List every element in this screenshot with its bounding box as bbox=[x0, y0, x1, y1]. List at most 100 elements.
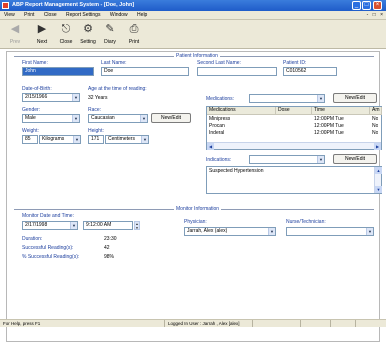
successful-readings-label: Successful Reading(s): bbox=[22, 245, 74, 251]
duration-label: Duration: bbox=[22, 236, 43, 242]
weight-label: Weight: bbox=[22, 128, 39, 134]
status-bar: For Help, press F1 Logged In User : Jarr… bbox=[0, 319, 386, 327]
close-button[interactable]: ⎋ Close bbox=[55, 22, 77, 48]
chevron-down-icon: ▼ bbox=[366, 228, 373, 235]
arrow-left-icon: ◀ bbox=[10, 23, 20, 35]
status-divider bbox=[330, 320, 331, 327]
weight-unit-select[interactable]: Kilograms ▼ bbox=[39, 135, 81, 144]
medications-new-edit-button[interactable]: New/Edit bbox=[333, 93, 377, 103]
gender-select[interactable]: Male ▼ bbox=[22, 114, 80, 123]
app-icon bbox=[2, 2, 9, 9]
menu-report-settings[interactable]: Report Settings bbox=[62, 11, 104, 20]
monitor-date-picker[interactable]: 2/17/1998 ▼ bbox=[22, 221, 78, 230]
medications-hscrollbar[interactable]: ◀ ▶ bbox=[207, 142, 381, 150]
indications-select[interactable]: ▼ bbox=[249, 155, 325, 164]
race-new-edit-button[interactable]: New/Edit bbox=[151, 113, 191, 123]
menu-bar: View Print Close Report Settings Window … bbox=[0, 11, 386, 20]
height-label: Height: bbox=[88, 128, 104, 134]
close-window-button[interactable]: × bbox=[373, 1, 382, 10]
race-select[interactable]: Caucasian ▼ bbox=[88, 114, 148, 123]
indications-text[interactable]: Suspected Hypertension ▲ ▼ bbox=[206, 166, 382, 194]
title-bar: ABP Report Management System - [Doe, Joh… bbox=[0, 0, 386, 11]
second-last-name-label: Second Last Name: bbox=[197, 60, 241, 66]
col-dose[interactable]: Dose bbox=[276, 107, 312, 115]
race-label: Race: bbox=[88, 107, 102, 113]
monitor-section-title: Monitor Information bbox=[174, 206, 222, 212]
nurse-label: Nurse/Technician: bbox=[286, 219, 326, 225]
next-button[interactable]: ▶ Next bbox=[31, 22, 53, 48]
status-divider bbox=[164, 320, 165, 327]
age-label: Age at the time of reading: bbox=[88, 86, 147, 92]
mdi-controls: - □ × bbox=[367, 12, 383, 18]
spin-down-icon[interactable]: ▼ bbox=[135, 226, 139, 230]
medications-select[interactable]: ▼ bbox=[249, 94, 325, 103]
patient-id-field[interactable]: C010562 bbox=[283, 67, 337, 76]
menu-window[interactable]: Window bbox=[106, 11, 132, 20]
chevron-down-icon: ▼ bbox=[73, 136, 80, 143]
printer-icon: ⎙ bbox=[129, 23, 139, 35]
second-last-name-field[interactable] bbox=[197, 67, 277, 76]
menu-help[interactable]: Help bbox=[133, 11, 151, 20]
gear-icon: ⚙ bbox=[83, 23, 93, 35]
menu-print[interactable]: Print bbox=[20, 11, 38, 20]
chevron-down-icon: ▼ bbox=[317, 156, 324, 163]
height-field[interactable]: 171 bbox=[88, 135, 104, 144]
scroll-left-icon[interactable]: ◀ bbox=[207, 143, 214, 150]
indications-label: Indications: bbox=[206, 157, 232, 163]
medications-label: Medications: bbox=[206, 96, 235, 102]
chevron-down-icon: ▼ bbox=[72, 94, 79, 101]
mdi-minimize-button[interactable]: - bbox=[367, 12, 369, 18]
age-value: 32 Years bbox=[88, 95, 108, 101]
arrow-right-icon: ▶ bbox=[37, 23, 47, 35]
scroll-right-icon[interactable]: ▶ bbox=[374, 143, 381, 150]
scroll-down-icon[interactable]: ▼ bbox=[375, 186, 382, 193]
menu-view[interactable]: View bbox=[0, 11, 19, 20]
setting-button[interactable]: ⚙ Setting bbox=[77, 22, 99, 48]
maximize-button[interactable]: □ bbox=[362, 1, 371, 10]
first-name-label: First Name: bbox=[22, 60, 48, 66]
dob-picker[interactable]: 2/15/1966 ▼ bbox=[22, 93, 80, 102]
last-name-label: Last Name: bbox=[101, 60, 127, 66]
physician-select[interactable]: Jarrah, Alex (alex) ▼ bbox=[184, 227, 276, 236]
last-name-field[interactable]: Doe bbox=[101, 67, 189, 76]
medications-table: Medications Dose Time Am Minipress 12:00… bbox=[206, 106, 382, 150]
col-medications[interactable]: Medications bbox=[207, 107, 276, 115]
window-title: ABP Report Management System - [Doe, Joh… bbox=[12, 2, 135, 8]
close-door-icon: ⎋ bbox=[61, 23, 71, 35]
physician-label: Physician: bbox=[184, 219, 207, 225]
patient-section-title: Patient Information bbox=[174, 53, 220, 59]
weight-field[interactable]: 85 bbox=[22, 135, 38, 144]
chevron-down-icon: ▼ bbox=[268, 228, 275, 235]
prev-button[interactable]: ◀ Prev bbox=[4, 22, 26, 48]
diary-button[interactable]: ✎ Diary bbox=[99, 22, 121, 48]
monitor-datetime-label: Monitor Date and Time: bbox=[22, 213, 74, 219]
indications-new-edit-button[interactable]: New/Edit bbox=[333, 154, 377, 164]
percent-successful-label: % Successful Reading(s): bbox=[22, 254, 80, 260]
nurse-select[interactable]: ▼ bbox=[286, 227, 374, 236]
col-time[interactable]: Time bbox=[312, 107, 370, 115]
chevron-down-icon: ▼ bbox=[70, 222, 77, 229]
minimize-button[interactable]: _ bbox=[352, 1, 361, 10]
menu-close[interactable]: Close bbox=[40, 11, 61, 20]
status-divider bbox=[252, 320, 253, 327]
print-button[interactable]: ⎙ Print bbox=[123, 22, 145, 48]
indications-vscrollbar[interactable]: ▲ ▼ bbox=[374, 167, 382, 193]
mdi-close-button[interactable]: × bbox=[380, 12, 383, 18]
gender-label: Gender: bbox=[22, 107, 41, 113]
first-name-field[interactable]: John bbox=[22, 67, 94, 76]
height-unit-select[interactable]: Centimeters ▼ bbox=[105, 135, 149, 144]
successful-readings-value: 42 bbox=[104, 245, 110, 251]
mdi-restore-button[interactable]: □ bbox=[373, 12, 376, 18]
time-spinner[interactable]: ▲ ▼ bbox=[134, 221, 140, 230]
status-divider bbox=[300, 320, 301, 327]
duration-value: 23:30 bbox=[104, 236, 117, 242]
chevron-down-icon: ▼ bbox=[140, 115, 147, 122]
chevron-down-icon: ▼ bbox=[141, 136, 148, 143]
status-divider bbox=[355, 320, 356, 327]
monitor-time-field[interactable]: 9:12:00 AM bbox=[83, 221, 133, 230]
chevron-down-icon: ▼ bbox=[317, 95, 324, 102]
patient-id-label: Patient ID: bbox=[283, 60, 307, 66]
chevron-down-icon: ▼ bbox=[72, 115, 79, 122]
col-am[interactable]: Am bbox=[370, 107, 382, 115]
scroll-up-icon[interactable]: ▲ bbox=[375, 167, 382, 174]
